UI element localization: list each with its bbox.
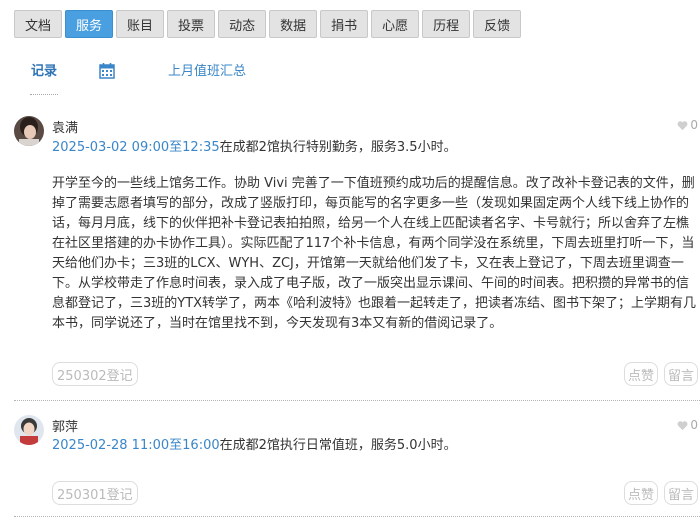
- nav-docs-button[interactable]: 文档: [14, 10, 63, 38]
- like-button[interactable]: 点赞: [624, 362, 659, 386]
- like-button[interactable]: 点赞: [624, 481, 659, 505]
- post-body: 开学至今的一些线上馆务工作。协助 Vivi 完善了一下值班预约成功后的提醒信息。…: [52, 176, 697, 331]
- author-name[interactable]: 郭萍: [52, 416, 78, 435]
- tab-summary-label: 上月值班汇总: [168, 64, 247, 79]
- nav-history-button[interactable]: 历程: [422, 10, 471, 38]
- nav-feedback-button[interactable]: 反馈: [473, 10, 522, 38]
- nav-donate-button[interactable]: 捐书: [320, 10, 369, 38]
- tab-last-month-summary[interactable]: 上月值班汇总: [168, 58, 246, 96]
- like-count-value: 0: [690, 418, 698, 432]
- tab-records[interactable]: 记录: [30, 58, 58, 96]
- calendar-icon: [98, 58, 116, 91]
- comment-button[interactable]: 留言: [664, 362, 699, 386]
- avatar: [14, 415, 44, 445]
- avatar: [14, 116, 44, 146]
- tab-records-underline: [30, 94, 58, 95]
- record-tag-button[interactable]: 250302登记: [52, 362, 138, 386]
- heart-icon: [677, 420, 688, 430]
- tab-records-label: 记录: [30, 64, 57, 79]
- author-name[interactable]: 袁满: [52, 117, 78, 136]
- sub-tabs: 记录 上月值班汇总: [14, 58, 700, 98]
- service-time-link[interactable]: 2025-02-28 11:00至16:00: [52, 438, 220, 453]
- service-description: 在成都2馆执行日常值班，服务5.0小时。: [219, 438, 457, 453]
- post-divider: [14, 400, 700, 401]
- service-description: 在成都2馆执行特别勤务，服务3.5小时。: [219, 140, 457, 155]
- like-count-value: 0: [690, 118, 698, 132]
- service-time-link[interactable]: 2025-03-02 09:00至12:35: [52, 140, 220, 155]
- service-meta: 2025-03-02 09:00至12:35在成都2馆执行特别勤务，服务3.5小…: [52, 136, 457, 155]
- service-meta: 2025-02-28 11:00至16:00在成都2馆执行日常值班，服务5.0小…: [52, 434, 457, 453]
- nav-vote-button[interactable]: 投票: [167, 10, 216, 38]
- comment-button[interactable]: 留言: [664, 481, 699, 505]
- post-divider: [14, 516, 700, 517]
- nav-activity-button[interactable]: 动态: [218, 10, 267, 38]
- tab-calendar[interactable]: [98, 58, 116, 96]
- main-nav: 文档 服务 账目 投票 动态 数据 捐书 心愿 历程 反馈: [14, 10, 522, 38]
- heart-icon: [677, 120, 688, 130]
- nav-service-button[interactable]: 服务: [65, 10, 114, 38]
- like-count: 0: [677, 118, 698, 132]
- nav-wish-button[interactable]: 心愿: [371, 10, 420, 38]
- like-count: 0: [677, 418, 698, 432]
- nav-data-button[interactable]: 数据: [269, 10, 318, 38]
- record-tag-button[interactable]: 250301登记: [52, 481, 138, 505]
- nav-accounts-button[interactable]: 账目: [116, 10, 165, 38]
